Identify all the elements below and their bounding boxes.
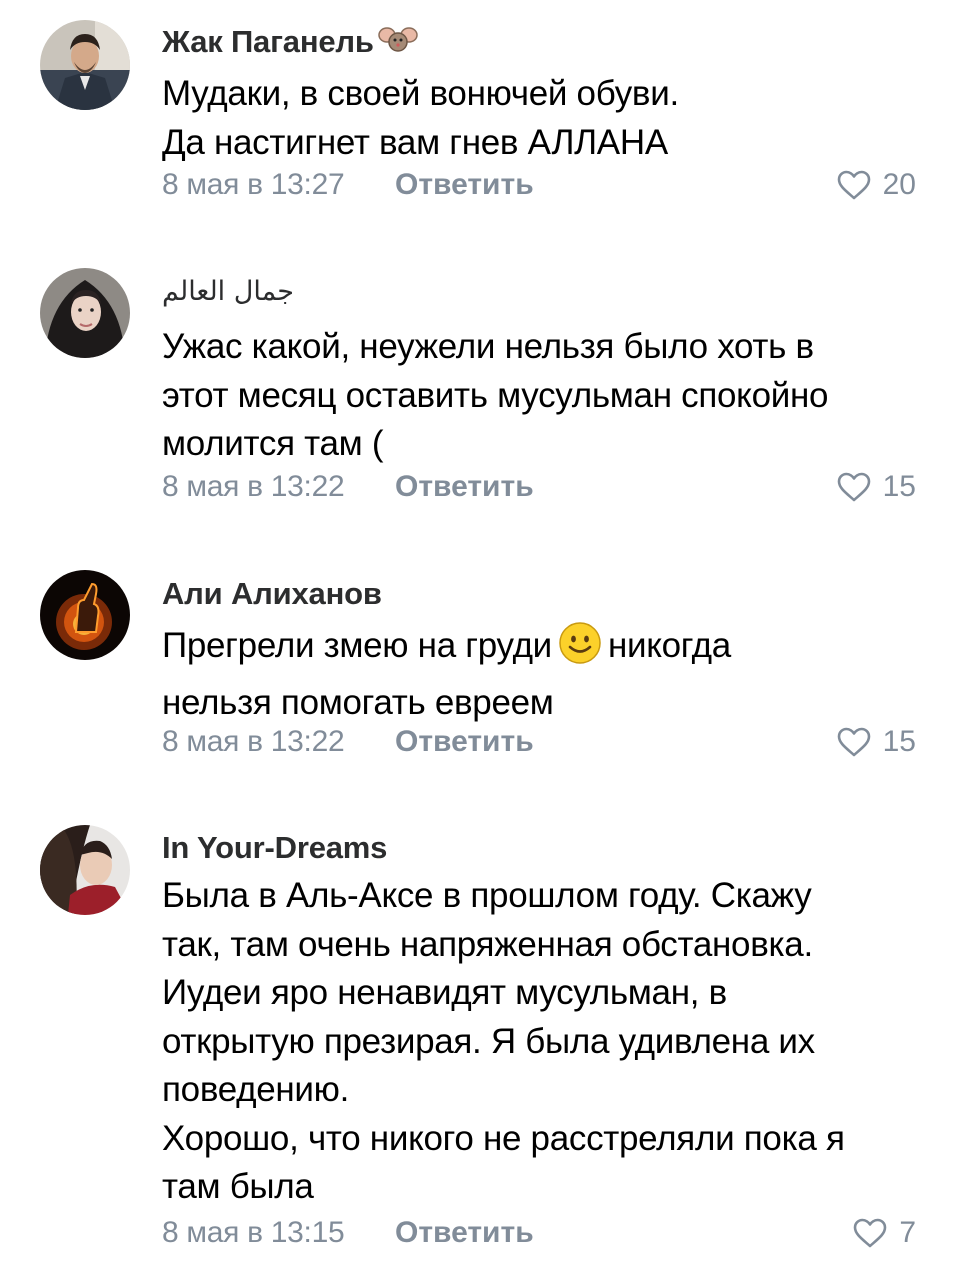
comment-text: Мудаки, в своей вонючей обуви. Да настиг…	[162, 70, 922, 167]
comment-text-line: Иудеи яро ненавидят мусульман, в	[162, 973, 727, 1012]
comment-text: Была в Аль-Аксе в прошлом году. Скажу та…	[162, 872, 922, 1212]
avatar-image	[40, 20, 130, 110]
avatar-image	[40, 570, 130, 660]
reply-button[interactable]: Ответить	[395, 725, 534, 759]
avatar[interactable]	[40, 20, 130, 110]
comment-text-part: Прегрели змею на груди	[162, 626, 552, 665]
heart-outline-icon	[837, 727, 870, 757]
comment-date: 8 мая в 13:15	[162, 1216, 345, 1249]
comment-text-line: Мудаки, в своей вонючей обуви.	[162, 74, 679, 113]
avatar[interactable]	[40, 570, 130, 660]
author-name: Али Алиханов	[162, 576, 382, 611]
like-count: 15	[882, 470, 916, 503]
comment-text-line: Ужас какой, неужели нельзя было хоть в	[162, 327, 814, 366]
like-button[interactable]: 15	[837, 470, 916, 504]
comment-author[interactable]: Жак Паганель	[162, 24, 418, 63]
heart-outline-icon	[837, 170, 870, 200]
comment-text-line: Да настигнет вам гнев АЛЛАНА	[162, 122, 668, 162]
comment-text-line: этот месяц оставить мусульман спокойно	[162, 375, 829, 415]
like-count: 7	[899, 1216, 916, 1249]
reply-button[interactable]: Ответить	[395, 168, 534, 202]
heart-outline-icon	[854, 1218, 887, 1248]
heart-outline-icon	[837, 472, 870, 502]
reply-button[interactable]: Ответить	[395, 470, 534, 504]
comment-text-line: Была в Аль-Аксе в прошлом году. Скажу	[162, 876, 812, 915]
comment-date: 8 мая в 13:27	[162, 168, 345, 201]
author-name: Жак Паганель	[162, 24, 374, 59]
comment-text: Ужас какой, неужели нельзя было хоть в э…	[162, 323, 922, 469]
comment-meta: 8 мая в 13:27 Ответить 20	[162, 168, 916, 208]
comment-text-line: открытую презирая. Я была удивлена их	[162, 1021, 815, 1061]
comment-date: 8 мая в 13:22	[162, 470, 345, 503]
avatar[interactable]	[40, 268, 130, 358]
comment-text-line: Прегрели змею на груди никогда	[162, 621, 922, 679]
comment-meta: 8 мая в 13:15 Ответить 7	[162, 1216, 916, 1256]
comment-text-line: молится там (	[162, 424, 384, 463]
comment-text-line: так, там очень напряженная обстановка.	[162, 924, 813, 964]
smiley-emoji-icon	[558, 621, 602, 679]
reply-button[interactable]: Ответить	[395, 1216, 534, 1250]
avatar[interactable]	[40, 825, 130, 915]
author-name: In Your-Dreams	[162, 830, 388, 865]
author-name: جمال العالم	[162, 276, 294, 307]
comment-meta: 8 мая в 13:22 Ответить 15	[162, 470, 916, 510]
comment-text-line: поведению.	[162, 1070, 350, 1109]
comment-text-line: Хорошо, что никого не расстреляли пока я	[162, 1118, 845, 1158]
like-button[interactable]: 7	[853, 1216, 916, 1250]
comment-text-line: нельзя помогать евреем	[162, 682, 554, 722]
like-count: 20	[882, 168, 916, 201]
comment-text-part: никогда	[607, 626, 731, 665]
like-button[interactable]: 15	[837, 725, 916, 759]
comment-author[interactable]: جمال العالم	[162, 276, 294, 307]
like-button[interactable]: 20	[837, 168, 916, 202]
comment-text: Прегрели змею на груди никогда нельзя пом…	[162, 621, 922, 727]
like-count: 15	[882, 725, 916, 758]
comment-author[interactable]: In Your-Dreams	[162, 830, 387, 866]
avatar-image	[40, 825, 130, 915]
comment-meta: 8 мая в 13:22 Ответить 15	[162, 725, 916, 765]
comment-author[interactable]: Али Алиханов	[162, 576, 382, 612]
avatar-image	[40, 268, 130, 358]
mouse-badge-icon	[378, 25, 418, 63]
comment-text-line: там была	[162, 1167, 314, 1206]
comment-date: 8 мая в 13:22	[162, 725, 345, 758]
